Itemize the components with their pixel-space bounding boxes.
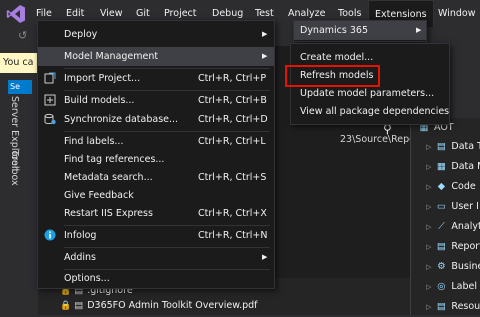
menu-item-options[interactable]: Options... [38, 269, 274, 288]
menu-item-infolog[interactable]: Infolog Ctrl+R, Ctrl+N [38, 226, 274, 245]
data-types-icon: ▤ [436, 141, 446, 152]
submenu-arrow-icon: ▶ [416, 26, 422, 34]
expand-arrow-icon[interactable]: ▷ [426, 143, 431, 151]
data-model-icon: ▦ [436, 161, 446, 172]
expand-arrow-icon[interactable]: ▷ [426, 303, 431, 311]
build-icon [43, 94, 56, 107]
menu-item-build-models[interactable]: Build models... Ctrl+R, Ctrl+B [38, 91, 274, 110]
analytics-icon: ⟋ [438, 221, 445, 232]
database-sync-icon [43, 113, 56, 126]
menu-item-deploy[interactable]: Deploy ▶ [38, 25, 274, 44]
back-icon[interactable]: ↺ [18, 29, 27, 42]
expand-arrow-icon[interactable]: ▷ [426, 263, 431, 271]
list-item[interactable]: 🔒 ▤ D365FO Admin Toolkit Overview.pdf [60, 299, 258, 313]
toolbox-tab[interactable]: Toolbox [9, 150, 20, 186]
menu-item-find-labels[interactable]: Find labels... Ctrl+R, Ctrl+L [38, 132, 274, 151]
visual-studio-logo-icon[interactable] [6, 4, 26, 24]
aot-item[interactable]: ▷▦Data M [426, 157, 480, 177]
menu-item-restart-iis-express[interactable]: Restart IIS Express Ctrl+R, Ctrl+X [38, 204, 274, 223]
label-icon: ◎ [437, 281, 446, 292]
side-button[interactable]: Se [8, 80, 32, 94]
info-icon [43, 229, 56, 242]
aot-item[interactable]: ▷ ▤ Report [426, 237, 480, 257]
menu-item-give-feedback[interactable]: Give Feedback [38, 186, 274, 205]
import-project-icon [43, 72, 56, 85]
aot-item[interactable]: ▷ ▤ Resou [426, 297, 480, 317]
menu-item-view-package-dependencies[interactable]: View all package dependencies [291, 102, 449, 121]
dynamics-365-flyout: Dynamics 365 ▶ [293, 20, 427, 42]
resources-icon: ▤ [436, 301, 446, 312]
expand-arrow-icon[interactable]: ▷ [426, 163, 431, 171]
submenu-arrow-icon: ▶ [262, 52, 268, 60]
expand-arrow-icon[interactable]: ▷ [426, 283, 431, 291]
extensions-menu: Deploy ▶ Model Management ▶ Import Proje… [37, 20, 275, 289]
menu-item-import-project[interactable]: Import Project... Ctrl+R, Ctrl+P [38, 69, 274, 88]
user-interface-icon: ▭ [436, 201, 446, 212]
expand-arrow-icon[interactable]: ▷ [426, 223, 431, 231]
menu-item-addins[interactable]: Addins ▶ [38, 248, 274, 267]
menu-window[interactable]: Window [432, 0, 480, 27]
reports-icon: ▤ [436, 241, 446, 252]
refresh-models-highlight-box [285, 65, 380, 87]
aot-item[interactable]: ▷ ⟋ Analyt [426, 217, 480, 237]
aot-item[interactable]: ▷ ▭ User I [426, 197, 479, 217]
submenu-arrow-icon: ▶ [262, 30, 268, 38]
menu-item-model-management[interactable]: Model Management ▶ [38, 47, 274, 66]
code-icon: ◆ [437, 181, 446, 192]
aot-item[interactable]: ▷ ▤ Data T [426, 137, 480, 157]
expand-arrow-icon[interactable]: ▷ [426, 243, 431, 251]
business-process-icon: ⚙ [437, 261, 446, 272]
lock-icon: 🔒 [60, 301, 72, 311]
menu-item-metadata-search[interactable]: Metadata search... Ctrl+R, Ctrl+S [38, 168, 274, 187]
pdf-file-icon: ▤ [74, 300, 84, 311]
aot-item[interactable]: ▷ ◎ Label [426, 277, 477, 297]
menu-item-dynamics-365[interactable]: Dynamics 365 ▶ [294, 21, 426, 40]
menu-item-find-tag-references[interactable]: Find tag references... [38, 150, 274, 169]
expand-arrow-icon[interactable]: ▷ [426, 203, 431, 211]
aot-item[interactable]: ▷⚙Busine [426, 257, 480, 277]
expand-arrow-icon[interactable]: ▷ [426, 183, 431, 191]
submenu-arrow-icon: ▶ [262, 253, 268, 261]
notification-banner: You ca [0, 53, 37, 73]
aot-item[interactable]: ▷ ◆ Code [426, 177, 476, 197]
menu-item-synchronize-database[interactable]: Synchronize database... Ctrl+R, Ctrl+D [38, 110, 274, 129]
